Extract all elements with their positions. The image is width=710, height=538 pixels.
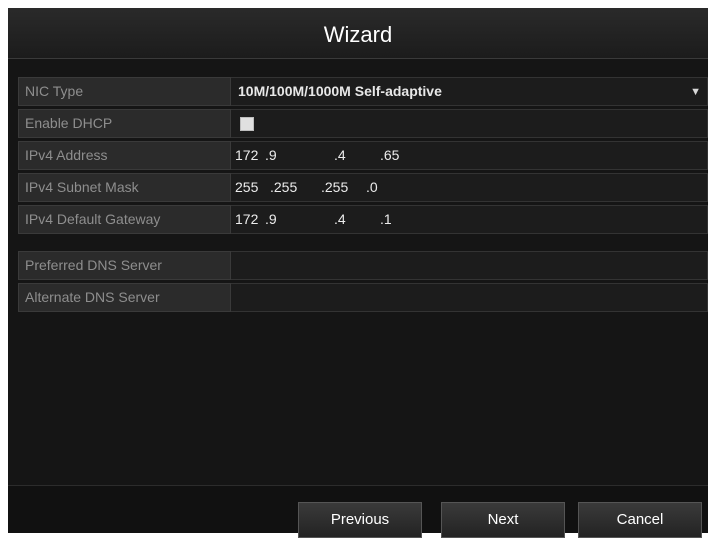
nic-type-select[interactable]: 10M/100M/1000M Self-adaptive ▼ (231, 77, 708, 106)
gateway-row: IPv4 Default Gateway 172 .9 .4 .1 (18, 205, 708, 234)
wizard-window: Wizard NIC Type 10M/100M/1000M Self-adap… (8, 8, 708, 538)
previous-button[interactable]: Previous (298, 502, 422, 538)
cancel-button[interactable]: Cancel (578, 502, 702, 538)
gateway-octet-2[interactable]: .9 (265, 206, 277, 233)
preferred-dns-label: Preferred DNS Server (18, 251, 231, 280)
subnet-mask-octet-3[interactable]: .255 (321, 174, 348, 201)
dhcp-value-cell (231, 109, 708, 138)
subnet-mask-label: IPv4 Subnet Mask (18, 173, 231, 202)
gateway-label: IPv4 Default Gateway (18, 205, 231, 234)
gateway-field[interactable]: 172 .9 .4 .1 (231, 205, 708, 234)
nic-type-value: 10M/100M/1000M Self-adaptive (238, 83, 442, 99)
dhcp-row: Enable DHCP (18, 109, 708, 138)
gateway-octet-4[interactable]: .1 (380, 206, 392, 233)
nic-type-row: NIC Type 10M/100M/1000M Self-adaptive ▼ (18, 77, 708, 106)
ipv4-address-row: IPv4 Address 172 .9 .4 .65 (18, 141, 708, 170)
alternate-dns-field[interactable] (231, 283, 708, 312)
ipv4-address-octet-1[interactable]: 172 (235, 142, 258, 169)
alternate-dns-row: Alternate DNS Server (18, 283, 708, 312)
dhcp-label: Enable DHCP (18, 109, 231, 138)
title-bar: Wizard (8, 8, 708, 59)
ipv4-address-label: IPv4 Address (18, 141, 231, 170)
chevron-down-icon[interactable]: ▼ (690, 78, 701, 107)
subnet-mask-field[interactable]: 255 .255 .255 .0 (231, 173, 708, 202)
alternate-dns-label: Alternate DNS Server (18, 283, 231, 312)
dhcp-checkbox[interactable] (240, 117, 254, 131)
button-bar: Previous Next Cancel (8, 485, 708, 538)
subnet-mask-octet-1[interactable]: 255 (235, 174, 258, 201)
subnet-mask-octet-2[interactable]: .255 (270, 174, 297, 201)
subnet-mask-row: IPv4 Subnet Mask 255 .255 .255 .0 (18, 173, 708, 202)
preferred-dns-field[interactable] (231, 251, 708, 280)
window-title: Wizard (323, 22, 393, 47)
ipv4-address-octet-2[interactable]: .9 (265, 142, 277, 169)
ipv4-address-octet-4[interactable]: .65 (380, 142, 399, 169)
gateway-octet-3[interactable]: .4 (334, 206, 346, 233)
subnet-mask-octet-4[interactable]: .0 (366, 174, 378, 201)
ipv4-address-field[interactable]: 172 .9 .4 .65 (231, 141, 708, 170)
preferred-dns-row: Preferred DNS Server (18, 251, 708, 280)
next-button[interactable]: Next (441, 502, 565, 538)
nic-type-label: NIC Type (18, 77, 231, 106)
gateway-octet-1[interactable]: 172 (235, 206, 258, 233)
ipv4-address-octet-3[interactable]: .4 (334, 142, 346, 169)
